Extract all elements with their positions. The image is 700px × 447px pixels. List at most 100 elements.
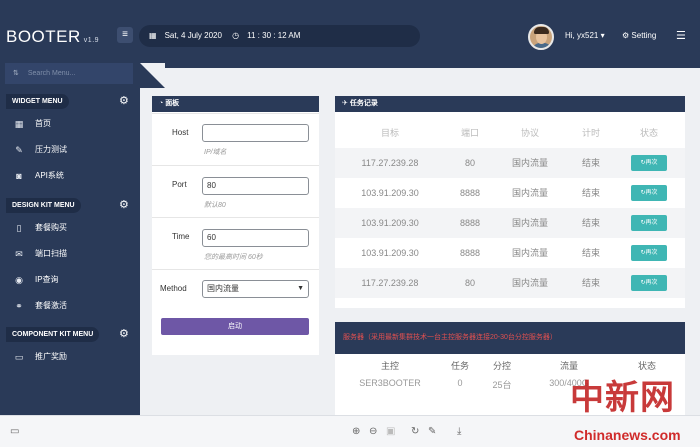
table-row: 103.91.209.30 8888 国内流量 结束 ↻再次 <box>335 238 685 268</box>
time-row: Time 60 您的最高时间 60秒 <box>152 217 319 269</box>
method-value: 国内流量 <box>207 284 239 293</box>
section-title: COMPONENT KIT MENU <box>6 327 100 342</box>
panel-icon[interactable]: ▭ <box>10 426 19 437</box>
sort-icon: ⇅ <box>13 70 19 77</box>
version-label: v1.9 <box>83 37 100 44</box>
clock-icon: ◷ <box>232 31 240 40</box>
sidebar-item-buy-package[interactable]: ▯ 套餐购买 <box>0 215 140 241</box>
method-select[interactable]: 国内流量 ▼ <box>202 280 309 298</box>
sidebar-item-port-scan[interactable]: ✉ 端口扫描 <box>0 241 140 267</box>
date-text: Sat, 4 July 2020 <box>164 31 222 40</box>
port-cell: 8888 <box>459 248 481 258</box>
host-input[interactable] <box>202 124 309 142</box>
zoom-out-icon[interactable]: ⊖ <box>369 426 377 437</box>
tasks-header: ✈ 任务记录 <box>335 96 685 112</box>
camera-icon: ◙ <box>16 171 22 181</box>
control-panel: ◔ 面板 Host IP/域名 Port 80 默认80 Time 60 您的最… <box>152 96 319 355</box>
gear-icon[interactable]: ⚙ <box>119 199 129 212</box>
sidebar-item-label: IP查询 <box>35 275 59 284</box>
table-row: 117.27.239.28 80 国内流量 结束 ↻再次 <box>335 268 685 298</box>
port-label: Port <box>172 180 187 189</box>
retry-label: 再次 <box>645 250 658 256</box>
host-row: Host IP/域名 <box>152 113 319 165</box>
sidebar-toggle-icon[interactable]: ☰ <box>676 29 686 42</box>
port-input[interactable]: 80 <box>202 177 309 195</box>
host-label: Host <box>172 128 189 137</box>
column-header: 分控 <box>492 361 511 371</box>
start-button[interactable]: 启动 <box>161 318 309 335</box>
setting-button[interactable]: ⚙ Setting <box>622 31 656 40</box>
tasks-title: 任务记录 <box>349 100 378 107</box>
timer-cell: 结束 <box>581 218 600 228</box>
sidebar-item-stress-test[interactable]: ✎ 压力测试 <box>0 137 140 163</box>
retry-button[interactable]: ↻再次 <box>631 185 667 201</box>
task-records: ✈ 任务记录 目标 端口 协议 计时 状态 117.27.239.28 80 国… <box>335 96 685 308</box>
zoom-in-icon[interactable]: ⊕ <box>352 426 360 437</box>
sidebar-item-label: API系统 <box>35 171 64 180</box>
top-header: BOOTER v1.9 ≡ ▦ Sat, 4 July 2020 ◷ 11 : 30 … <box>0 0 700 68</box>
protocol-cell: 国内流量 <box>511 278 548 288</box>
edit-icon: ✎ <box>15 145 23 155</box>
tasks-table-header: 目标 端口 协议 计时 状态 <box>335 126 685 142</box>
menu-toggle-button[interactable]: ≡ <box>117 27 133 43</box>
sidebar-item-label: 压力测试 <box>35 145 67 154</box>
setting-label: Setting <box>631 31 657 40</box>
grid-icon: ▦ <box>14 119 24 129</box>
fit-icon[interactable]: ▣ <box>386 426 395 437</box>
logo-text: BOOTER <box>6 27 81 46</box>
time-label: Time <box>172 232 190 241</box>
retry-button[interactable]: ↻再次 <box>631 275 667 291</box>
sidebar: ⇅ Search Menu... WIDGET MENU ⚙ ▦ 首页 ✎ 压力测试 … <box>0 63 140 415</box>
gear-icon[interactable]: ⚙ <box>119 328 129 341</box>
retry-label: 再次 <box>645 280 658 286</box>
server-name-cell: SER3BOOTER <box>359 378 421 388</box>
sidebar-item-activate-package[interactable]: ⚭ 套餐激活 <box>0 293 140 319</box>
timer-cell: 结束 <box>581 278 600 288</box>
sidebar-item-referral[interactable]: ▭ 推广奖励 <box>0 344 140 370</box>
sidebar-item-label: 首页 <box>35 119 51 128</box>
gear-icon[interactable]: ⚙ <box>119 95 129 108</box>
retry-button[interactable]: ↻再次 <box>631 215 667 231</box>
section-design-kit-menu: DESIGN KIT MENU ⚙ <box>0 198 140 213</box>
target-cell: 117.27.239.28 <box>361 158 419 168</box>
protocol-cell: 国内流量 <box>511 218 548 228</box>
column-header: 协议 <box>520 128 539 138</box>
avatar[interactable] <box>528 24 554 50</box>
timer-cell: 结束 <box>581 188 600 198</box>
sidebar-item-api[interactable]: ◙ API系统 <box>0 163 140 189</box>
app-logo[interactable]: BOOTER v1.9 <box>6 27 99 47</box>
servers-title: 服务器（采用最新集群技术一台主控服务器连接20-30台分控服务器） <box>335 322 685 354</box>
chevron-down-icon: ▼ <box>297 285 304 292</box>
column-header: 端口 <box>460 128 479 138</box>
dashboard-icon: ◔ <box>159 100 164 107</box>
port-cell: 80 <box>464 158 475 168</box>
section-title: DESIGN KIT MENU <box>6 198 81 213</box>
protocol-cell: 国内流量 <box>511 248 548 258</box>
monitor-icon: ▭ <box>14 352 24 362</box>
target-cell: 103.91.209.30 <box>361 188 419 198</box>
protocol-cell: 国内流量 <box>511 188 548 198</box>
sidebar-item-ip-lookup[interactable]: ◉ IP查询 <box>0 267 140 293</box>
retry-label: 再次 <box>645 160 658 166</box>
search-menu-input[interactable]: ⇅ Search Menu... <box>5 63 133 84</box>
user-menu[interactable]: Hi, yx521 ▾ <box>565 31 605 40</box>
eye-icon: ◉ <box>15 275 23 285</box>
download-icon[interactable]: ⤓ <box>457 426 461 437</box>
column-header: 目标 <box>380 128 399 138</box>
retry-button[interactable]: ↻再次 <box>631 245 667 261</box>
link-icon: ⚭ <box>15 301 23 311</box>
target-cell: 103.91.209.30 <box>361 248 419 258</box>
server-tasks-cell: 0 <box>457 378 463 388</box>
column-header: 计时 <box>581 128 600 138</box>
pencil-icon[interactable]: ✎ <box>428 426 436 437</box>
greeting-text: Hi, yx521 <box>565 31 599 40</box>
time-text: 11 : 30 : 12 AM <box>247 31 301 40</box>
rotate-icon[interactable]: ↻ <box>411 426 419 437</box>
retry-button[interactable]: ↻再次 <box>631 155 667 171</box>
time-input[interactable]: 60 <box>202 229 309 247</box>
section-component-kit-menu: COMPONENT KIT MENU ⚙ <box>0 327 140 342</box>
server-branches-cell: 25台 <box>492 380 512 390</box>
chevron-down-icon: ▾ <box>600 31 605 40</box>
gear-icon: ⚙ <box>622 31 630 40</box>
sidebar-item-home[interactable]: ▦ 首页 <box>0 111 140 137</box>
